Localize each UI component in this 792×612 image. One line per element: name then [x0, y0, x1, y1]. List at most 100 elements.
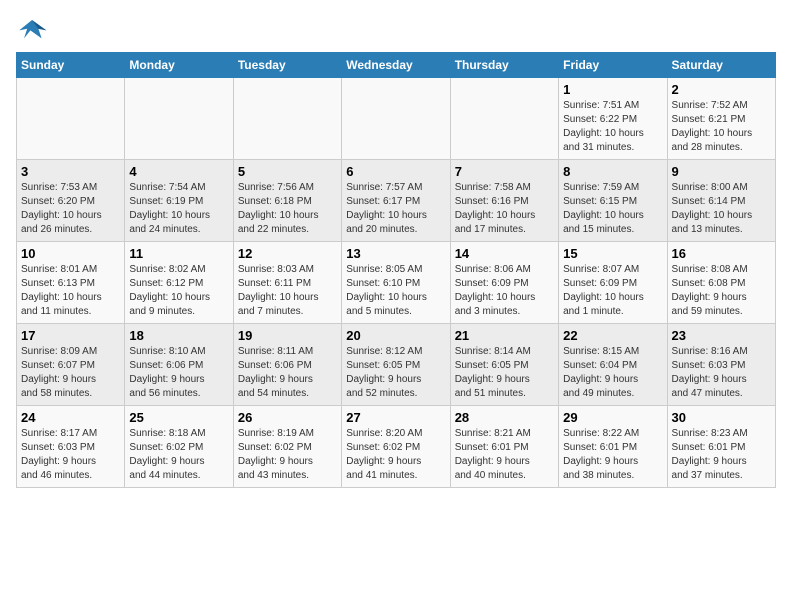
calendar-cell: 1 Sunrise: 7:51 AM Sunset: 6:22 PM Daylig…: [559, 78, 667, 160]
calendar-week-row: 24 Sunrise: 8:17 AM Sunset: 6:03 PM Dayli…: [17, 406, 776, 488]
calendar-cell: [17, 78, 125, 160]
day-number: 3: [21, 164, 120, 179]
day-detail: Sunrise: 8:09 AM Sunset: 6:07 PM Dayligh…: [21, 345, 120, 401]
day-number: 8: [563, 164, 662, 179]
calendar-week-row: 1 Sunrise: 7:51 AM Sunset: 6:22 PM Daylig…: [17, 78, 776, 160]
weekday-header: Wednesday: [342, 53, 450, 78]
calendar-cell: 23Sunrise: 8:16 AM Sunset: 6:03 PM Dayli…: [667, 324, 775, 406]
calendar-cell: 19 Sunrise: 8:11 AM Sunset: 6:06 PM Dayli…: [233, 324, 341, 406]
day-detail: Sunrise: 8:02 AM Sunset: 6:12 PM Dayligh…: [129, 263, 228, 319]
weekday-header: Sunday: [17, 53, 125, 78]
day-number: 28: [455, 410, 554, 425]
calendar-cell: 4 Sunrise: 7:54 AM Sunset: 6:19 PM Daylig…: [125, 160, 233, 242]
day-number: 26: [238, 410, 337, 425]
day-number: 2: [672, 82, 771, 97]
day-number: 29: [563, 410, 662, 425]
day-number: 10: [21, 246, 120, 261]
day-number: 25: [129, 410, 228, 425]
calendar-cell: 24 Sunrise: 8:17 AM Sunset: 6:03 PM Dayli…: [17, 406, 125, 488]
calendar-cell: 6 Sunrise: 7:57 AM Sunset: 6:17 PM Daylig…: [342, 160, 450, 242]
day-number: 6: [346, 164, 445, 179]
day-number: 21: [455, 328, 554, 343]
day-number: 22: [563, 328, 662, 343]
calendar-cell: 17 Sunrise: 8:09 AM Sunset: 6:07 PM Dayli…: [17, 324, 125, 406]
day-detail: Sunrise: 8:01 AM Sunset: 6:13 PM Dayligh…: [21, 263, 120, 319]
day-number: 4: [129, 164, 228, 179]
day-detail: Sunrise: 8:15 AM Sunset: 6:04 PM Dayligh…: [563, 345, 662, 401]
day-number: 5: [238, 164, 337, 179]
day-detail: Sunrise: 7:53 AM Sunset: 6:20 PM Dayligh…: [21, 181, 120, 237]
day-detail: Sunrise: 8:19 AM Sunset: 6:02 PM Dayligh…: [238, 427, 337, 483]
day-number: 18: [129, 328, 228, 343]
calendar-cell: 27 Sunrise: 8:20 AM Sunset: 6:02 PM Dayli…: [342, 406, 450, 488]
day-number: 30: [672, 410, 771, 425]
day-detail: Sunrise: 8:10 AM Sunset: 6:06 PM Dayligh…: [129, 345, 228, 401]
page-header: [16, 16, 776, 44]
logo: [16, 16, 52, 44]
day-detail: Sunrise: 7:58 AM Sunset: 6:16 PM Dayligh…: [455, 181, 554, 237]
weekday-header: Friday: [559, 53, 667, 78]
calendar-cell: 16 Sunrise: 8:08 AM Sunset: 6:08 PM Dayli…: [667, 242, 775, 324]
day-detail: Sunrise: 8:22 AM Sunset: 6:01 PM Dayligh…: [563, 427, 662, 483]
calendar-cell: 2 Sunrise: 7:52 AM Sunset: 6:21 PM Daylig…: [667, 78, 775, 160]
day-number: 24: [21, 410, 120, 425]
weekday-header: Tuesday: [233, 53, 341, 78]
calendar-cell: 25 Sunrise: 8:18 AM Sunset: 6:02 PM Dayli…: [125, 406, 233, 488]
day-number: 13: [346, 246, 445, 261]
calendar-cell: 5 Sunrise: 7:56 AM Sunset: 6:18 PM Daylig…: [233, 160, 341, 242]
calendar-cell: [450, 78, 558, 160]
day-detail: Sunrise: 8:05 AM Sunset: 6:10 PM Dayligh…: [346, 263, 445, 319]
calendar-table: SundayMondayTuesdayWednesdayThursdayFrid…: [16, 52, 776, 488]
calendar-cell: 29 Sunrise: 8:22 AM Sunset: 6:01 PM Dayli…: [559, 406, 667, 488]
calendar-cell: 30 Sunrise: 8:23 AM Sunset: 6:01 PM Dayli…: [667, 406, 775, 488]
day-detail: Sunrise: 8:03 AM Sunset: 6:11 PM Dayligh…: [238, 263, 337, 319]
logo-bird-icon: [16, 16, 48, 44]
weekday-header: Thursday: [450, 53, 558, 78]
day-number: 15: [563, 246, 662, 261]
day-number: 11: [129, 246, 228, 261]
calendar-cell: 13 Sunrise: 8:05 AM Sunset: 6:10 PM Dayli…: [342, 242, 450, 324]
day-detail: Sunrise: 8:11 AM Sunset: 6:06 PM Dayligh…: [238, 345, 337, 401]
day-detail: Sunrise: 8:06 AM Sunset: 6:09 PM Dayligh…: [455, 263, 554, 319]
calendar-cell: 20Sunrise: 8:12 AM Sunset: 6:05 PM Dayli…: [342, 324, 450, 406]
day-detail: Sunrise: 8:08 AM Sunset: 6:08 PM Dayligh…: [672, 263, 771, 319]
calendar-week-row: 17 Sunrise: 8:09 AM Sunset: 6:07 PM Dayli…: [17, 324, 776, 406]
day-detail: Sunrise: 7:59 AM Sunset: 6:15 PM Dayligh…: [563, 181, 662, 237]
calendar-cell: 28Sunrise: 8:21 AM Sunset: 6:01 PM Dayli…: [450, 406, 558, 488]
calendar-cell: 15 Sunrise: 8:07 AM Sunset: 6:09 PM Dayli…: [559, 242, 667, 324]
calendar-cell: 21Sunrise: 8:14 AM Sunset: 6:05 PM Dayli…: [450, 324, 558, 406]
day-detail: Sunrise: 8:00 AM Sunset: 6:14 PM Dayligh…: [672, 181, 771, 237]
calendar-cell: 9 Sunrise: 8:00 AM Sunset: 6:14 PM Daylig…: [667, 160, 775, 242]
day-number: 19: [238, 328, 337, 343]
calendar-cell: [233, 78, 341, 160]
calendar-header: SundayMondayTuesdayWednesdayThursdayFrid…: [17, 53, 776, 78]
day-detail: Sunrise: 8:17 AM Sunset: 6:03 PM Dayligh…: [21, 427, 120, 483]
day-detail: Sunrise: 7:57 AM Sunset: 6:17 PM Dayligh…: [346, 181, 445, 237]
day-number: 9: [672, 164, 771, 179]
day-detail: Sunrise: 7:51 AM Sunset: 6:22 PM Dayligh…: [563, 99, 662, 155]
day-number: 1: [563, 82, 662, 97]
weekday-header: Monday: [125, 53, 233, 78]
calendar-cell: 11 Sunrise: 8:02 AM Sunset: 6:12 PM Dayli…: [125, 242, 233, 324]
day-number: 27: [346, 410, 445, 425]
day-detail: Sunrise: 8:18 AM Sunset: 6:02 PM Dayligh…: [129, 427, 228, 483]
day-detail: Sunrise: 7:56 AM Sunset: 6:18 PM Dayligh…: [238, 181, 337, 237]
calendar-week-row: 3 Sunrise: 7:53 AM Sunset: 6:20 PM Daylig…: [17, 160, 776, 242]
day-detail: Sunrise: 8:23 AM Sunset: 6:01 PM Dayligh…: [672, 427, 771, 483]
day-detail: Sunrise: 8:16 AM Sunset: 6:03 PM Dayligh…: [672, 345, 771, 401]
calendar-cell: 3 Sunrise: 7:53 AM Sunset: 6:20 PM Daylig…: [17, 160, 125, 242]
calendar-cell: [342, 78, 450, 160]
calendar-cell: 8 Sunrise: 7:59 AM Sunset: 6:15 PM Daylig…: [559, 160, 667, 242]
calendar-cell: 14Sunrise: 8:06 AM Sunset: 6:09 PM Dayli…: [450, 242, 558, 324]
day-detail: Sunrise: 8:07 AM Sunset: 6:09 PM Dayligh…: [563, 263, 662, 319]
day-number: 17: [21, 328, 120, 343]
day-detail: Sunrise: 7:54 AM Sunset: 6:19 PM Dayligh…: [129, 181, 228, 237]
day-detail: Sunrise: 7:52 AM Sunset: 6:21 PM Dayligh…: [672, 99, 771, 155]
calendar-cell: 22 Sunrise: 8:15 AM Sunset: 6:04 PM Dayli…: [559, 324, 667, 406]
day-detail: Sunrise: 8:20 AM Sunset: 6:02 PM Dayligh…: [346, 427, 445, 483]
calendar-cell: 12Sunrise: 8:03 AM Sunset: 6:11 PM Dayli…: [233, 242, 341, 324]
calendar-cell: 7Sunrise: 7:58 AM Sunset: 6:16 PM Daylig…: [450, 160, 558, 242]
day-number: 16: [672, 246, 771, 261]
calendar-cell: 26 Sunrise: 8:19 AM Sunset: 6:02 PM Dayli…: [233, 406, 341, 488]
day-number: 20: [346, 328, 445, 343]
